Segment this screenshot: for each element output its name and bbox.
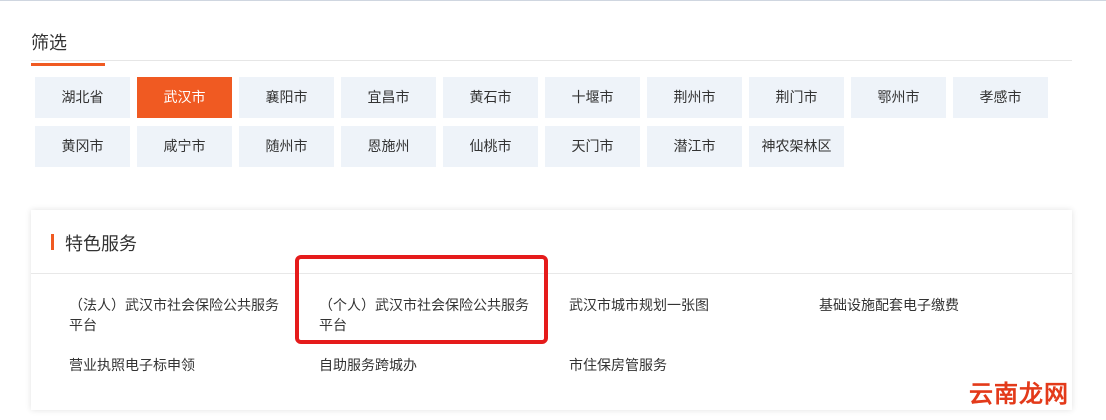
featured-services-header: 特色服务 xyxy=(31,210,1072,274)
city-xiantao[interactable]: 仙桃市 xyxy=(443,126,538,167)
top-divider xyxy=(0,0,1106,1)
city-xiangyang[interactable]: 襄阳市 xyxy=(239,77,334,118)
city-jingmen[interactable]: 荆门市 xyxy=(749,77,844,118)
service-legal-social-insurance[interactable]: （法人）武汉市社会保险公共服务平台 xyxy=(69,295,284,335)
filter-divider xyxy=(31,60,1072,61)
service-personal-social-insurance[interactable]: （个人）武汉市社会保险公共服务平台 xyxy=(319,295,534,335)
city-hubei[interactable]: 湖北省 xyxy=(35,77,130,118)
service-infrastructure-payment[interactable]: 基础设施配套电子缴费 xyxy=(819,295,1034,315)
watermark-logo: 云南龙网 xyxy=(969,381,1069,408)
city-ezhou[interactable]: 鄂州市 xyxy=(851,77,946,118)
city-xiaogan[interactable]: 孝感市 xyxy=(953,77,1048,118)
city-xianning[interactable]: 咸宁市 xyxy=(137,126,232,167)
featured-services-title: 特色服务 xyxy=(65,234,137,254)
section-marker xyxy=(51,234,54,250)
service-city-planning-map[interactable]: 武汉市城市规划一张图 xyxy=(569,295,784,315)
featured-services-panel: 特色服务 （法人）武汉市社会保险公共服务平台 （个人）武汉市社会保险公共服务平台… xyxy=(31,210,1072,410)
service-business-license[interactable]: 营业执照电子标申领 xyxy=(69,355,284,375)
city-wuhan[interactable]: 武汉市 xyxy=(137,77,232,118)
city-qianjiang[interactable]: 潜江市 xyxy=(647,126,742,167)
city-yichang[interactable]: 宜昌市 xyxy=(341,77,436,118)
city-huangshi[interactable]: 黄石市 xyxy=(443,77,538,118)
service-housing-management[interactable]: 市住保房管服务 xyxy=(569,355,784,375)
city-jingzhou[interactable]: 荆州市 xyxy=(647,77,742,118)
city-shiyan[interactable]: 十堰市 xyxy=(545,77,640,118)
city-suizhou[interactable]: 随州市 xyxy=(239,126,334,167)
city-enshi[interactable]: 恩施州 xyxy=(341,126,436,167)
service-cross-city-self-service[interactable]: 自助服务跨城办 xyxy=(319,355,534,375)
city-shennongjia[interactable]: 神农架林区 xyxy=(749,126,844,167)
city-huanggang[interactable]: 黄冈市 xyxy=(35,126,130,167)
city-tianmen[interactable]: 天门市 xyxy=(545,126,640,167)
